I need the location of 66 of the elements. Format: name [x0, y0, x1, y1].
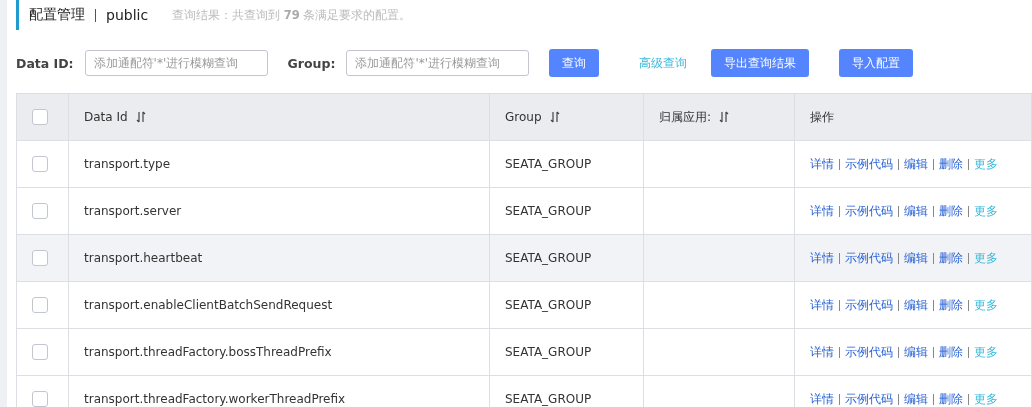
action-link[interactable]: 示例代码: [845, 343, 893, 361]
search-field[interactable]: 添加通配符'*'进行模糊查询: [84, 50, 268, 76]
action-button[interactable]: 查询: [549, 49, 600, 77]
table-cell: transport.threadFactory.bossThreadPrefix: [84, 345, 332, 359]
action-link[interactable]: 示例代码: [845, 390, 893, 407]
table-cell: SEATA_GROUP: [505, 251, 592, 265]
action-link[interactable]: 示例代码: [845, 296, 893, 314]
table-cell: transport.type: [84, 157, 171, 171]
table-cell: transport.enableClientBatchSendRequest: [84, 298, 333, 312]
action-link[interactable]: 详情: [810, 343, 834, 361]
action-link[interactable]: 删除: [939, 202, 963, 220]
checkbox[interactable]: [32, 156, 48, 172]
table-row[interactable]: transport.threadFactory.workerThreadPrefix SEATA_GROUP 详情 示例代码 编辑 删除 更多: [16, 375, 1032, 407]
sort-icon[interactable]: [719, 111, 730, 123]
table-row[interactable]: transport.type SEATA_GROUP 详情 示例代码 编辑 删除 更多: [16, 140, 1032, 188]
column-label: 操作: [810, 108, 834, 126]
action-link[interactable]: 示例代码: [845, 155, 893, 173]
action-link[interactable]: 示例代码: [845, 249, 893, 267]
checkbox[interactable]: [32, 391, 48, 407]
action-link[interactable]: 示例代码: [845, 202, 893, 220]
column-label: Group: [505, 110, 542, 124]
checkbox[interactable]: [32, 250, 48, 266]
table-row[interactable]: transport.heartbeat SEATA_GROUP 详情 示例代码 编辑 删除 更多: [16, 234, 1032, 282]
page-title: 配置管理: [29, 6, 85, 24]
action-link[interactable]: 编辑: [904, 249, 928, 267]
checkbox[interactable]: [32, 203, 48, 219]
namespace-label: public: [106, 7, 149, 23]
action-link[interactable]: 详情: [810, 296, 834, 314]
action-link[interactable]: 删除: [939, 343, 963, 361]
action-link[interactable]: 详情: [810, 390, 834, 407]
checkbox[interactable]: [32, 297, 48, 313]
result-summary: 查询结果：共查询到 79 条满足要求的配置。: [172, 7, 412, 23]
column-label: 归属应用:: [659, 108, 712, 126]
table-cell: SEATA_GROUP: [505, 157, 592, 171]
checkbox[interactable]: [32, 344, 48, 360]
action-link[interactable]: 删除: [939, 296, 963, 314]
action-link[interactable]: 编辑: [904, 296, 928, 314]
action-button[interactable]: 导出查询结果: [711, 49, 810, 77]
checkbox[interactable]: [32, 109, 48, 125]
column-label: Data Id: [84, 110, 128, 124]
action-link[interactable]: 编辑: [904, 155, 928, 173]
action-link[interactable]: 删除: [939, 155, 963, 173]
sort-icon[interactable]: [549, 111, 560, 123]
action-link[interactable]: 编辑: [904, 343, 928, 361]
action-link[interactable]: 详情: [810, 202, 834, 220]
action-link[interactable]: 删除: [939, 390, 963, 407]
action-button[interactable]: 导入配置: [839, 49, 914, 77]
table-cell: SEATA_GROUP: [505, 204, 592, 218]
table-cell: transport.heartbeat: [84, 251, 203, 265]
table-cell: transport.threadFactory.workerThreadPrefix: [84, 392, 346, 406]
table-cell: SEATA_GROUP: [505, 298, 592, 312]
field-label: Data ID:: [16, 55, 74, 71]
table-cell: SEATA_GROUP: [505, 392, 592, 406]
sort-icon[interactable]: [135, 111, 146, 123]
search-field[interactable]: 添加通配符'*'进行模糊查询: [346, 50, 530, 76]
field-label: Group:: [287, 55, 336, 71]
table-row[interactable]: transport.threadFactory.bossThreadPrefix SEATA_GROUP 详情 示例代码 编辑 删除 更多: [16, 328, 1032, 376]
action-link[interactable]: 编辑: [904, 390, 928, 407]
action-link[interactable]: 删除: [939, 249, 963, 267]
table-cell: transport.server: [84, 204, 182, 218]
action-link[interactable]: 详情: [810, 249, 834, 267]
table-row[interactable]: transport.server SEATA_GROUP 详情 示例代码 编辑 删除 更多: [16, 187, 1032, 235]
table-row[interactable]: transport.enableClientBatchSendRequest SEATA_GROUP 详情 示例代码 编辑 删除 更多: [16, 281, 1032, 329]
table-cell: SEATA_GROUP: [505, 345, 592, 359]
action-link[interactable]: 编辑: [904, 202, 928, 220]
action-link[interactable]: 详情: [810, 155, 834, 173]
